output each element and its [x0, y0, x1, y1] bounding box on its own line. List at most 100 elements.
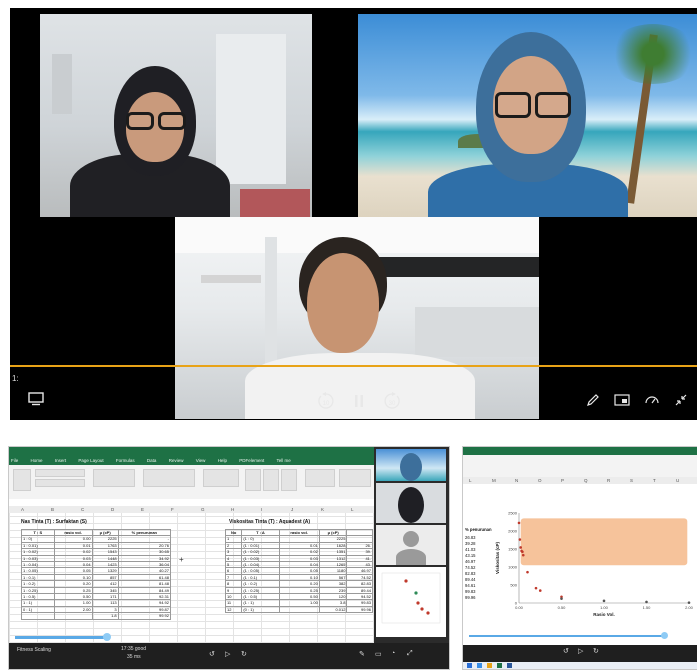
- excel-forward-icon[interactable]: ↻: [241, 650, 247, 658]
- table-cell[interactable]: (0 : 1): [241, 605, 280, 614]
- video-player[interactable]: 1: 10 30: [10, 8, 697, 420]
- excel-pip-icon[interactable]: ▭: [375, 650, 382, 658]
- column-letter[interactable]: L: [351, 506, 354, 513]
- column-letter[interactable]: K: [321, 506, 324, 513]
- excel-fullscreen-icon[interactable]: ⤢: [407, 650, 413, 658]
- table-cell[interactable]: [21, 612, 55, 620]
- column-letter[interactable]: H: [231, 506, 234, 513]
- table-cell[interactable]: 1.8: [91, 612, 119, 620]
- ribbon-tab[interactable]: Home: [31, 458, 43, 463]
- ribbon-tab[interactable]: Data: [147, 458, 157, 463]
- y-tick-label: 500: [510, 583, 517, 588]
- exit-fullscreen-icon[interactable]: [674, 393, 688, 407]
- column-letter[interactable]: I: [261, 506, 262, 513]
- column-letter[interactable]: R: [607, 477, 610, 484]
- pen-icon[interactable]: [586, 393, 600, 407]
- ribbon-tab[interactable]: PDFelement: [239, 458, 264, 463]
- table-row[interactable]: 1.8 99.92: [21, 612, 172, 620]
- excel-seek-knob[interactable]: [103, 633, 111, 641]
- table-cell[interactable]: 99.96: [346, 605, 373, 614]
- ribbon-button[interactable]: [263, 469, 279, 491]
- column-letter[interactable]: F: [171, 506, 174, 513]
- chart-seek-bar[interactable]: [469, 635, 665, 637]
- chart-rewind-icon[interactable]: ↺: [563, 647, 569, 655]
- table-cell[interactable]: [53, 612, 93, 620]
- chart-forward-icon[interactable]: ↻: [593, 647, 599, 655]
- ribbon-button[interactable]: [305, 469, 335, 487]
- y-tick-label: 1500: [508, 547, 518, 552]
- column-letter[interactable]: Q: [584, 477, 588, 484]
- column-letter[interactable]: B: [51, 506, 54, 513]
- data-point: [518, 538, 522, 541]
- ribbon-button[interactable]: [35, 469, 85, 477]
- ribbon-tab[interactable]: Review: [169, 458, 184, 463]
- right-table-title: Viskositas Tinta (T) : Aquadest (A): [229, 519, 311, 525]
- column-letter[interactable]: J: [291, 506, 293, 513]
- speed-icon[interactable]: [644, 393, 660, 407]
- captions-icon[interactable]: [28, 392, 44, 406]
- taskbar-app-icon[interactable]: [507, 663, 512, 668]
- column-letter[interactable]: S: [630, 477, 633, 484]
- data-point: [517, 521, 521, 525]
- column-letter[interactable]: G: [201, 506, 205, 513]
- table-cell[interactable]: 12: [224, 605, 243, 614]
- table-cell[interactable]: [278, 605, 320, 614]
- ribbon-button[interactable]: [35, 479, 85, 487]
- ribbon-button[interactable]: [93, 469, 135, 487]
- column-letter[interactable]: P: [561, 477, 564, 484]
- ribbon-button[interactable]: [203, 469, 239, 487]
- ribbon-button[interactable]: [143, 469, 195, 487]
- table-cell[interactable]: 0.012: [318, 605, 348, 614]
- column-letter[interactable]: D: [111, 506, 114, 513]
- taskbar-app-icon[interactable]: [487, 663, 492, 668]
- column-letter[interactable]: U: [676, 477, 679, 484]
- ribbon-tab[interactable]: Formulas: [116, 458, 135, 463]
- column-letter[interactable]: E: [141, 506, 144, 513]
- chart-play-icon[interactable]: ▷: [578, 647, 583, 655]
- table-row[interactable]: 12 (0 : 1) 0.012 99.96: [224, 605, 373, 614]
- picture-in-picture-icon[interactable]: [614, 394, 630, 406]
- data-point: [519, 546, 522, 549]
- column-letter[interactable]: L: [469, 477, 472, 484]
- excel-seek-bar[interactable]: [15, 636, 107, 639]
- excel-pen-icon[interactable]: ✎: [359, 650, 365, 658]
- left-data-table: T : Srasio vol. μ (cP)% penurunan 1 : 0) 0.…: [21, 528, 172, 620]
- avatar-icon: [403, 531, 419, 547]
- excel-speed-icon[interactable]: ◔: [391, 650, 395, 657]
- column-letter[interactable]: T: [653, 477, 656, 484]
- chart-seek-knob[interactable]: [661, 632, 668, 639]
- ribbon-button[interactable]: [339, 469, 371, 487]
- meeting-side-strip: [374, 447, 449, 669]
- ribbon-tab[interactable]: Page Layout: [78, 458, 103, 463]
- forward-button[interactable]: 30: [382, 391, 402, 411]
- ribbon-button[interactable]: [281, 469, 297, 491]
- ribbon-tab[interactable]: Help: [218, 458, 227, 463]
- ribbon-tab[interactable]: File: [11, 458, 18, 463]
- x-tick-label: 1.00: [600, 605, 609, 610]
- table-cell[interactable]: 99.92: [117, 612, 172, 620]
- column-letter[interactable]: O: [538, 477, 542, 484]
- taskbar-app-icon[interactable]: [497, 663, 502, 668]
- data-point: [538, 589, 542, 592]
- column-letter[interactable]: N: [515, 477, 518, 484]
- ribbon-tab[interactable]: Tell me: [277, 458, 291, 463]
- ribbon-button[interactable]: [13, 469, 31, 491]
- playback-progress[interactable]: [10, 365, 697, 367]
- y-tick-label: 2500: [508, 511, 518, 516]
- ribbon-tab[interactable]: View: [196, 458, 206, 463]
- ribbon-tab[interactable]: Insert: [55, 458, 66, 463]
- pause-button[interactable]: [352, 393, 366, 409]
- data-point: [534, 586, 538, 590]
- highlight-region: [520, 518, 688, 566]
- penurunan-value: 26.83: [465, 535, 476, 540]
- column-letter[interactable]: M: [492, 477, 496, 484]
- column-letter[interactable]: C: [81, 506, 84, 513]
- excel-rewind-icon[interactable]: ↺: [209, 650, 215, 658]
- start-icon[interactable]: [467, 663, 472, 668]
- excel-play-icon[interactable]: ▷: [225, 650, 230, 658]
- rewind-button[interactable]: 10: [316, 391, 336, 411]
- ribbon-button[interactable]: [245, 469, 261, 491]
- taskbar-app-icon[interactable]: [477, 663, 482, 668]
- left-table-title: Nas Tinta (T) : Surfaktan (S): [21, 519, 87, 525]
- column-letter[interactable]: A: [21, 506, 24, 513]
